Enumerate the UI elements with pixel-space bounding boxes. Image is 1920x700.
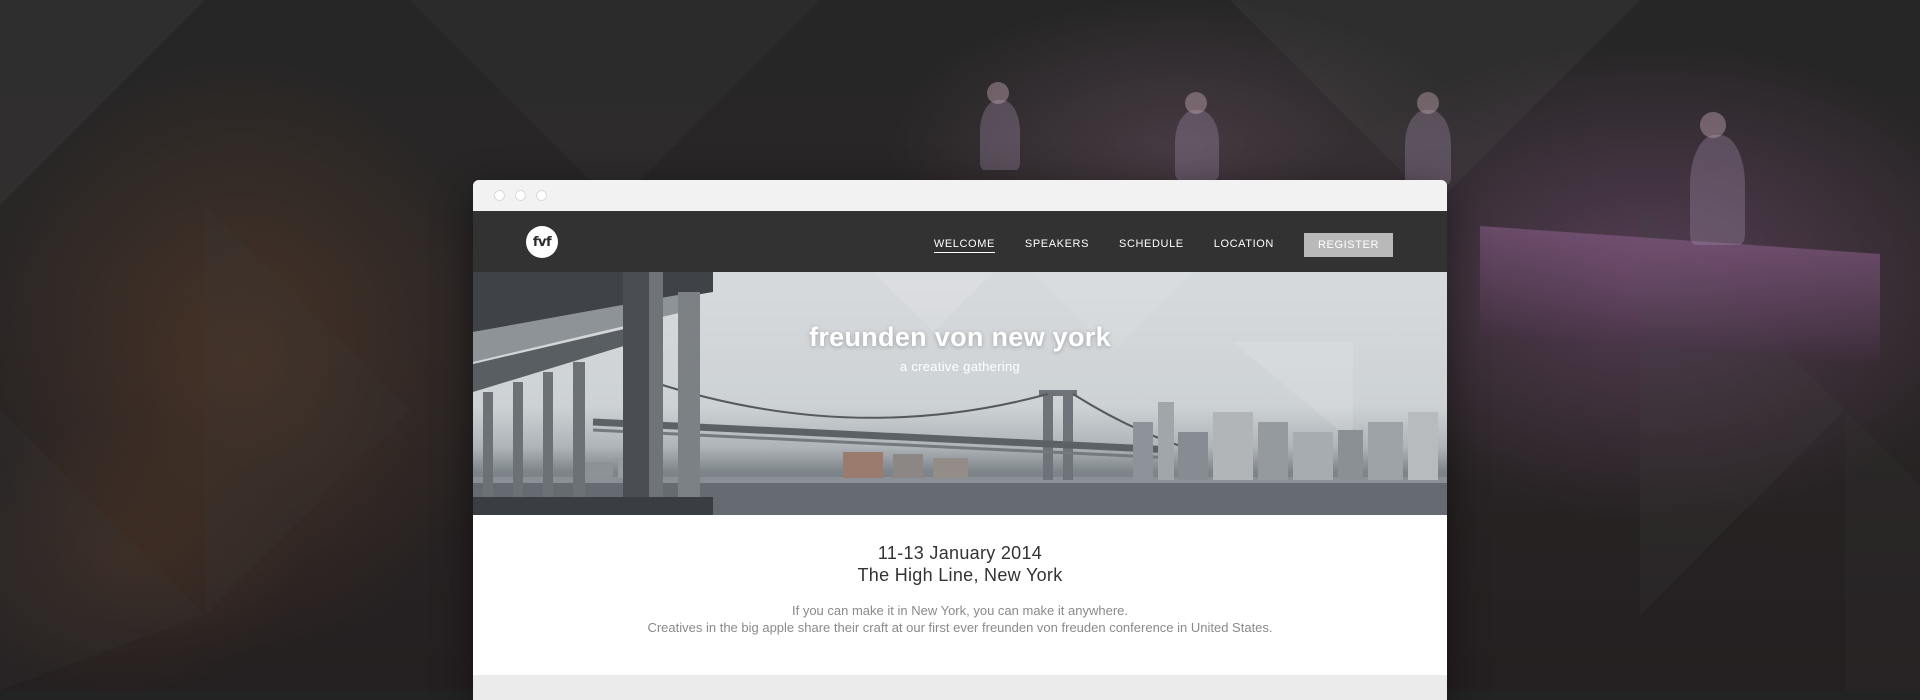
nav-location[interactable]: LOCATION bbox=[1214, 238, 1274, 252]
event-lead: If you can make it in New York, you can … bbox=[791, 603, 1128, 618]
hero-subtitle: a creative gathering bbox=[899, 359, 1021, 374]
site-logo[interactable]: fvf bbox=[526, 226, 558, 258]
event-venue: The High Line, New York bbox=[857, 565, 1063, 585]
event-date: 11-13 January 2014 bbox=[877, 543, 1043, 563]
main-nav: WELCOME SPEAKERS SCHEDULE LOCATION REGIS… bbox=[904, 233, 1393, 257]
browser-window: fvf WELCOME SPEAKERS SCHEDULE LOCATION R… bbox=[473, 180, 1447, 700]
window-minimize-dot-icon[interactable] bbox=[515, 190, 526, 201]
event-info: 11-13 January 2014 The High Line, New Yo… bbox=[473, 515, 1447, 675]
performer-silhouette bbox=[1690, 135, 1745, 245]
performer-silhouette bbox=[980, 100, 1020, 170]
performer-head bbox=[1700, 112, 1726, 138]
hero-banner: freunden von new york a creative gatheri… bbox=[473, 272, 1447, 515]
performer-head bbox=[1185, 92, 1207, 114]
performer-head bbox=[1417, 92, 1439, 114]
register-button[interactable]: REGISTER bbox=[1303, 233, 1393, 257]
nav-welcome[interactable]: WELCOME bbox=[933, 238, 995, 253]
performer-silhouette bbox=[1405, 110, 1451, 185]
next-section-strip bbox=[473, 675, 1447, 700]
window-maximize-dot-icon[interactable] bbox=[536, 190, 547, 201]
event-description: Creatives in the big apple share their c… bbox=[647, 620, 1273, 635]
nav-schedule[interactable]: SCHEDULE bbox=[1119, 238, 1184, 252]
performer-head bbox=[987, 82, 1009, 104]
browser-title-bar bbox=[473, 180, 1447, 212]
site-navbar: fvf WELCOME SPEAKERS SCHEDULE LOCATION R… bbox=[473, 211, 1447, 272]
performer-silhouette bbox=[1175, 110, 1219, 180]
hero-bridge-illustration bbox=[473, 272, 1447, 515]
window-close-dot-icon[interactable] bbox=[494, 190, 505, 201]
hero-title: freunden von new york bbox=[809, 322, 1111, 352]
nav-speakers[interactable]: SPEAKERS bbox=[1025, 238, 1089, 252]
